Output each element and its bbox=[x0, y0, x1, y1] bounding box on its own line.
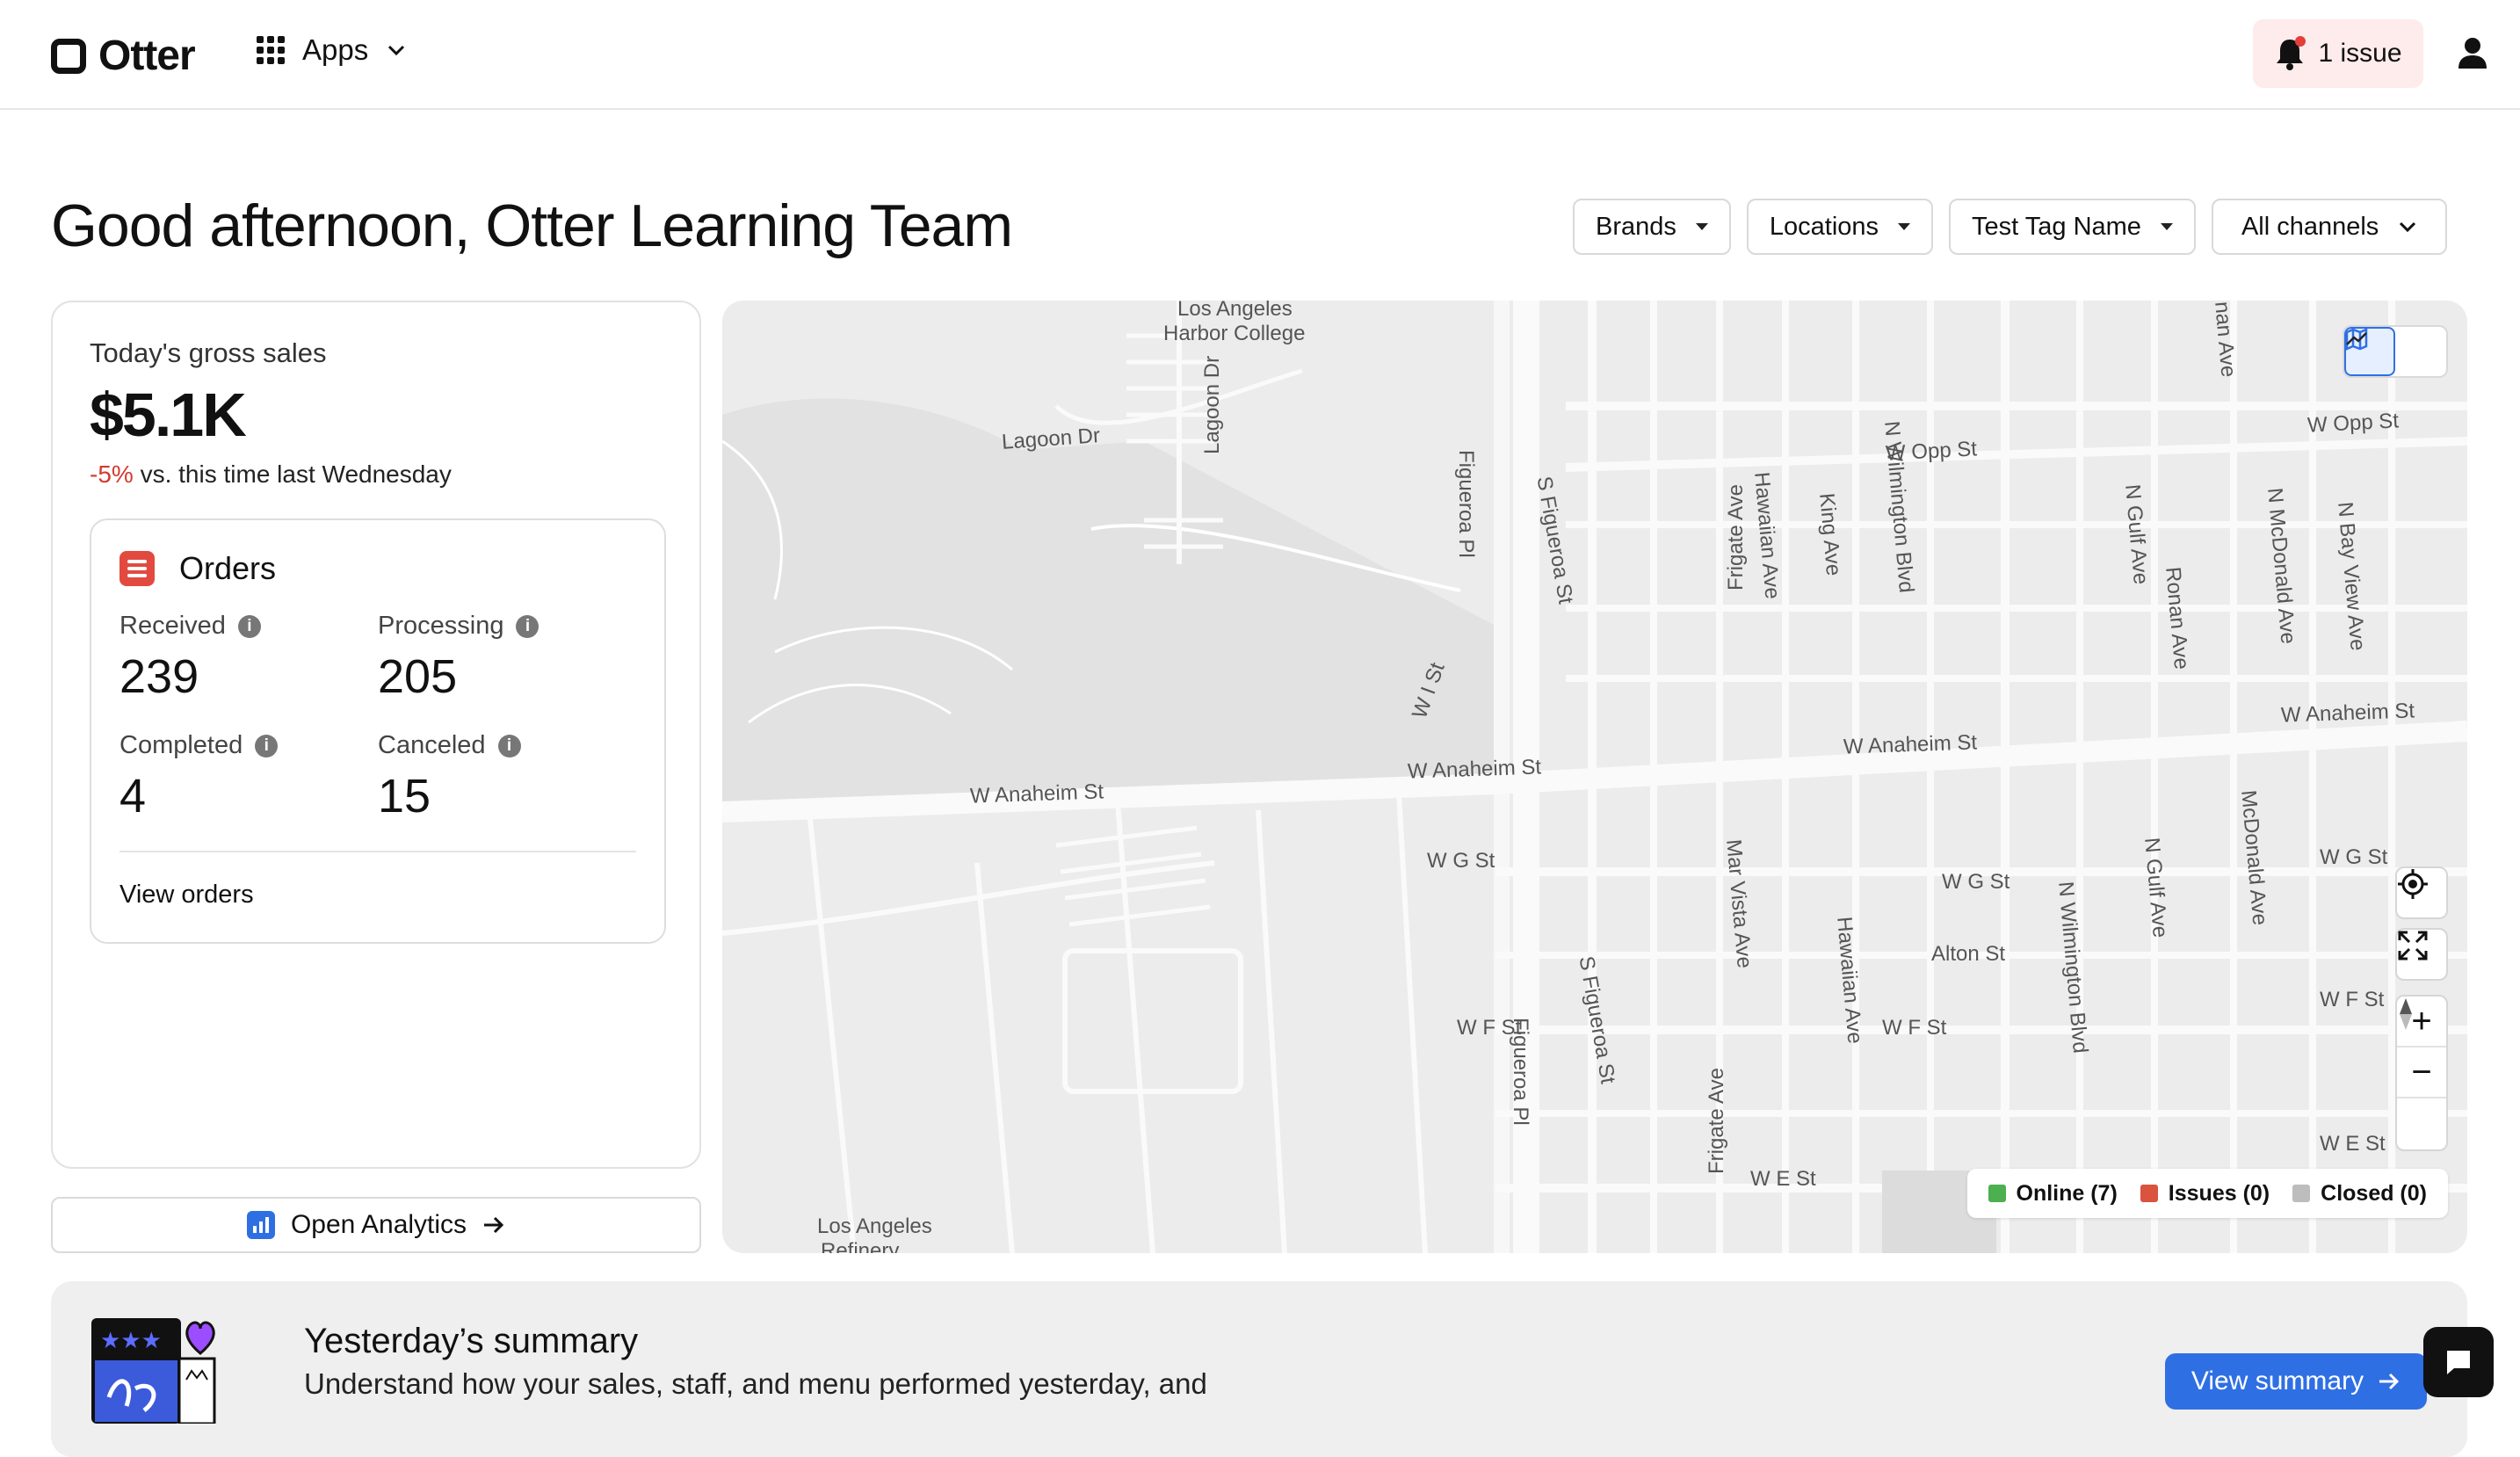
user-account-button[interactable] bbox=[2455, 35, 2490, 70]
apps-menu-button[interactable]: Apps bbox=[257, 33, 407, 67]
analytics-icon bbox=[246, 1211, 275, 1239]
arrow-right-icon bbox=[2379, 1373, 2400, 1390]
closed-swatch bbox=[2292, 1185, 2311, 1202]
chat-bubble-icon bbox=[2447, 1351, 2470, 1374]
info-icon[interactable]: i bbox=[516, 614, 539, 638]
crosshair-icon bbox=[2398, 869, 2428, 899]
legend-online: Online (7) bbox=[1988, 1181, 2118, 1207]
orders-icon bbox=[119, 551, 155, 586]
top-navigation: Otter Apps 1 issue bbox=[0, 0, 2520, 110]
info-icon[interactable]: i bbox=[237, 614, 261, 638]
delta-percent: -5% bbox=[90, 460, 134, 488]
otter-logo-icon bbox=[51, 38, 86, 74]
brands-filter[interactable]: Brands bbox=[1573, 199, 1731, 255]
divider bbox=[119, 851, 636, 852]
chevron-down-icon bbox=[2400, 221, 2416, 233]
canceled-stat: Canceled i 15 bbox=[378, 731, 521, 823]
zoom-out-button[interactable]: − bbox=[2397, 1047, 2446, 1098]
page-title: Good afternoon, Otter Learning Team bbox=[51, 192, 1013, 259]
delta-text: vs. this time last Wednesday bbox=[140, 460, 452, 488]
brand-name: Otter bbox=[98, 33, 196, 79]
info-icon[interactable]: i bbox=[255, 734, 279, 757]
caret-down-icon bbox=[1898, 223, 1911, 230]
orders-title: Orders bbox=[179, 550, 277, 586]
completed-stat: Completed i 4 bbox=[119, 731, 279, 823]
view-orders-link[interactable]: View orders bbox=[119, 881, 254, 910]
tag-filter[interactable]: Test Tag Name bbox=[1949, 199, 2196, 255]
locate-button[interactable] bbox=[2395, 866, 2448, 919]
trend-line-icon bbox=[2346, 332, 2367, 345]
apps-label: Apps bbox=[302, 33, 369, 66]
processing-stat: Processing i 205 bbox=[378, 612, 539, 704]
fullscreen-icon bbox=[2398, 931, 2428, 960]
view-summary-label: View summary bbox=[2191, 1366, 2364, 1395]
completed-value: 4 bbox=[119, 770, 147, 823]
map-view-toggle bbox=[2343, 325, 2448, 378]
orders-card: Orders Received i 239 Processing i 205 Com… bbox=[90, 518, 666, 944]
received-value: 239 bbox=[119, 650, 199, 703]
summary-description: Understand how your sales, staff, and me… bbox=[304, 1367, 1207, 1400]
locations-map[interactable]: Los Angeles Harbor College Lagoon Dr Lag… bbox=[722, 301, 2467, 1253]
trend-view-button[interactable] bbox=[2346, 327, 2446, 376]
received-stat: Received i 239 bbox=[119, 612, 261, 704]
fullscreen-button[interactable] bbox=[2395, 928, 2448, 981]
chat-support-button[interactable] bbox=[2423, 1327, 2494, 1397]
summary-title: Yesterday’s summary bbox=[304, 1322, 639, 1360]
zoom-controls: + − bbox=[2395, 995, 2448, 1151]
filter-bar: Brands Locations Test Tag Name All chann… bbox=[1573, 199, 2448, 255]
open-analytics-button[interactable]: Open Analytics bbox=[51, 1197, 701, 1253]
map-legend: Online (7) Issues (0) Closed (0) bbox=[1966, 1169, 2448, 1218]
info-icon[interactable]: i bbox=[497, 734, 521, 757]
user-icon bbox=[2458, 38, 2487, 69]
orders-header: Orders bbox=[119, 550, 276, 587]
caret-down-icon bbox=[1695, 223, 1708, 230]
grid-icon bbox=[257, 36, 285, 64]
locations-filter[interactable]: Locations bbox=[1746, 199, 1934, 255]
issues-swatch bbox=[2140, 1185, 2158, 1202]
gross-sales-label: Today's gross sales bbox=[90, 337, 327, 368]
issues-button[interactable]: 1 issue bbox=[2253, 19, 2423, 88]
legend-closed: Closed (0) bbox=[2292, 1181, 2427, 1207]
issue-count-label: 1 issue bbox=[2318, 39, 2402, 68]
yesterday-summary-banner: ★★★ Yesterday’s summary Understand how y… bbox=[51, 1281, 2467, 1457]
view-summary-button[interactable]: View summary bbox=[2165, 1353, 2427, 1410]
chevron-down-icon bbox=[388, 45, 405, 56]
compass-icon bbox=[2400, 998, 2412, 1030]
arrow-right-icon bbox=[484, 1216, 504, 1234]
canceled-value: 15 bbox=[378, 770, 431, 823]
processing-value: 205 bbox=[378, 650, 458, 703]
map-streets bbox=[722, 301, 2467, 1253]
caret-down-icon bbox=[2160, 223, 2173, 230]
legend-issues: Issues (0) bbox=[2140, 1181, 2270, 1207]
gross-sales-card: Today's gross sales $5.1K -5% vs. this t… bbox=[51, 301, 701, 1169]
channels-filter[interactable]: All channels bbox=[2211, 199, 2448, 255]
online-swatch bbox=[1988, 1185, 2006, 1202]
gross-sales-delta: -5% vs. this time last Wednesday bbox=[90, 460, 452, 489]
compass-button[interactable] bbox=[2397, 998, 2446, 1149]
bell-icon bbox=[2274, 36, 2306, 71]
summary-illustration-icon: ★★★ bbox=[91, 1318, 223, 1425]
open-analytics-label: Open Analytics bbox=[290, 1210, 467, 1239]
svg-text:★★★: ★★★ bbox=[100, 1328, 162, 1354]
minus-icon: − bbox=[2411, 1052, 2432, 1091]
otter-logo[interactable]: Otter bbox=[51, 32, 196, 80]
gross-sales-value: $5.1K bbox=[90, 381, 247, 449]
